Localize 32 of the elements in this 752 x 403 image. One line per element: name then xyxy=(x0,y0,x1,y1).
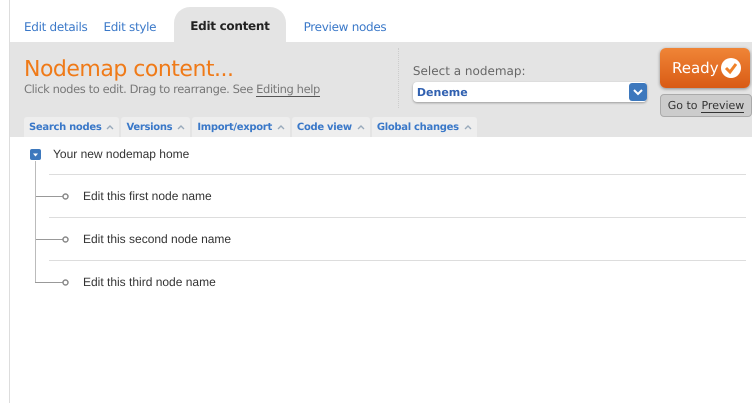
tab[interactable]: Edit style xyxy=(97,10,162,42)
connector-drawing xyxy=(35,236,69,242)
preview-link[interactable]: Preview xyxy=(701,98,744,112)
panel-title: Nodemap content... xyxy=(24,58,234,82)
tab[interactable]: Preview nodes xyxy=(298,10,392,42)
node-label[interactable]: Your new nodemap home xyxy=(53,147,190,161)
hint-text: Click nodes to edit. Drag to rearrange. See Editing help xyxy=(24,82,321,96)
collapse-icon[interactable] xyxy=(30,148,41,160)
node-label[interactable]: Edit this first node name xyxy=(83,189,212,203)
toolbar-tab[interactable]: Global changes xyxy=(372,117,477,137)
chevron-up-icon xyxy=(106,124,114,130)
node-label[interactable]: Edit this third node name xyxy=(83,275,216,289)
ready-button[interactable]: Ready xyxy=(660,48,750,88)
toolbar-tab[interactable]: Import/export xyxy=(192,117,290,137)
tab[interactable]: Edit content xyxy=(174,7,286,42)
help-link[interactable]: Editing help xyxy=(256,82,320,97)
tab[interactable]: Edit details xyxy=(18,10,94,42)
check-icon xyxy=(720,57,742,79)
chevron-up-icon xyxy=(276,124,285,130)
goto-label: Go to xyxy=(668,99,698,112)
nodemap-dropdown[interactable]: Deneme xyxy=(412,82,647,102)
chevron-up-icon xyxy=(177,124,186,130)
connector-drawing xyxy=(35,278,69,286)
select-label: Select a nodemap: xyxy=(412,64,527,78)
node-label[interactable]: Edit this second node name xyxy=(83,232,232,246)
chevron-up-icon xyxy=(356,124,365,130)
toolbar-tab[interactable]: Versions xyxy=(121,117,190,137)
connector-drawing xyxy=(35,192,69,200)
toolbar-tab[interactable]: Search nodes xyxy=(24,117,120,137)
chevron-down-icon xyxy=(629,83,647,101)
chevron-up-icon xyxy=(464,124,472,130)
toolbar-tab[interactable]: Code view xyxy=(292,117,370,137)
